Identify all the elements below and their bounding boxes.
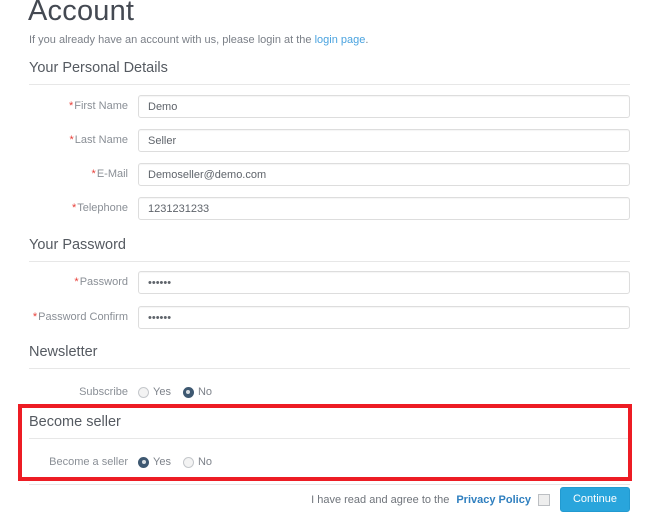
- subscribe-option-no[interactable]: No: [182, 386, 213, 398]
- first-name-input[interactable]: [138, 95, 630, 118]
- radio-subscribe-no-icon[interactable]: [182, 386, 194, 398]
- password-input[interactable]: [138, 271, 630, 294]
- email-input[interactable]: [138, 163, 630, 186]
- footer-actions: I have read and agree to the Privacy Pol…: [311, 487, 630, 512]
- label-last-name-text: Last Name: [74, 134, 128, 146]
- subscribe-option-yes[interactable]: Yes: [138, 386, 171, 398]
- radio-become-seller-no-label: No: [197, 456, 213, 468]
- form-row-last-name: *Last Name: [0, 129, 658, 153]
- password-confirm-input[interactable]: [138, 306, 630, 329]
- radio-become-seller-yes-label: Yes: [153, 456, 171, 468]
- legend-your-password: Your Password: [29, 235, 630, 262]
- page-title: Account: [28, 0, 135, 27]
- legend-become-seller: Become seller: [29, 412, 630, 439]
- label-password: *Password: [0, 275, 128, 289]
- become-seller-radio-group: Yes No: [138, 452, 218, 472]
- telephone-input[interactable]: [138, 197, 630, 220]
- account-registration-page: Account If you already have an account w…: [0, 0, 658, 528]
- form-row-become-a-seller: Become a seller Yes No: [0, 451, 658, 475]
- become-seller-option-yes[interactable]: Yes: [138, 456, 171, 468]
- form-row-subscribe: Subscribe Yes No: [0, 381, 658, 405]
- label-password-confirm: *Password Confirm: [0, 310, 128, 324]
- legend-personal-details: Your Personal Details: [29, 58, 630, 85]
- label-telephone: *Telephone: [0, 201, 128, 215]
- privacy-policy-link[interactable]: Privacy Policy: [456, 494, 531, 506]
- form-row-password-confirm: *Password Confirm: [0, 306, 658, 330]
- radio-subscribe-no-label: No: [197, 386, 213, 398]
- label-subscribe: Subscribe: [79, 386, 128, 398]
- login-page-link[interactable]: login page: [315, 34, 366, 46]
- label-last-name: *Last Name: [0, 133, 128, 147]
- label-telephone-text: Telephone: [77, 202, 128, 214]
- footer-divider: [29, 484, 630, 485]
- radio-become-seller-yes-icon[interactable]: [138, 456, 149, 468]
- radio-subscribe-yes-label: Yes: [153, 386, 171, 398]
- label-password-text: Password: [79, 276, 128, 288]
- subscribe-radio-group: Yes No: [138, 382, 218, 402]
- form-row-password: *Password: [0, 271, 658, 295]
- agree-checkbox[interactable]: [537, 493, 550, 506]
- label-email: *E-Mail: [0, 167, 128, 181]
- label-password-confirm-text: Password Confirm: [38, 311, 128, 323]
- form-row-first-name: *First Name: [0, 95, 658, 119]
- legend-newsletter: Newsletter: [29, 342, 630, 369]
- label-become-a-seller: Become a seller: [49, 456, 128, 468]
- label-first-name-text: First Name: [74, 100, 128, 112]
- agree-text: I have read and agree to the: [311, 493, 450, 506]
- become-seller-option-no[interactable]: No: [182, 456, 213, 468]
- label-email-text: E-Mail: [96, 168, 128, 180]
- login-prompt: If you already have an account with us, …: [29, 33, 368, 47]
- form-row-email: *E-Mail: [0, 163, 658, 187]
- label-first-name: *First Name: [0, 99, 128, 113]
- last-name-input[interactable]: [138, 129, 630, 152]
- continue-button[interactable]: Continue: [559, 487, 630, 512]
- radio-subscribe-yes-icon[interactable]: [138, 386, 149, 398]
- radio-become-seller-no-icon[interactable]: [182, 456, 194, 468]
- login-prompt-suffix: .: [365, 34, 369, 46]
- form-row-telephone: *Telephone: [0, 197, 658, 221]
- login-prompt-text: If you already have an account with us, …: [29, 34, 315, 46]
